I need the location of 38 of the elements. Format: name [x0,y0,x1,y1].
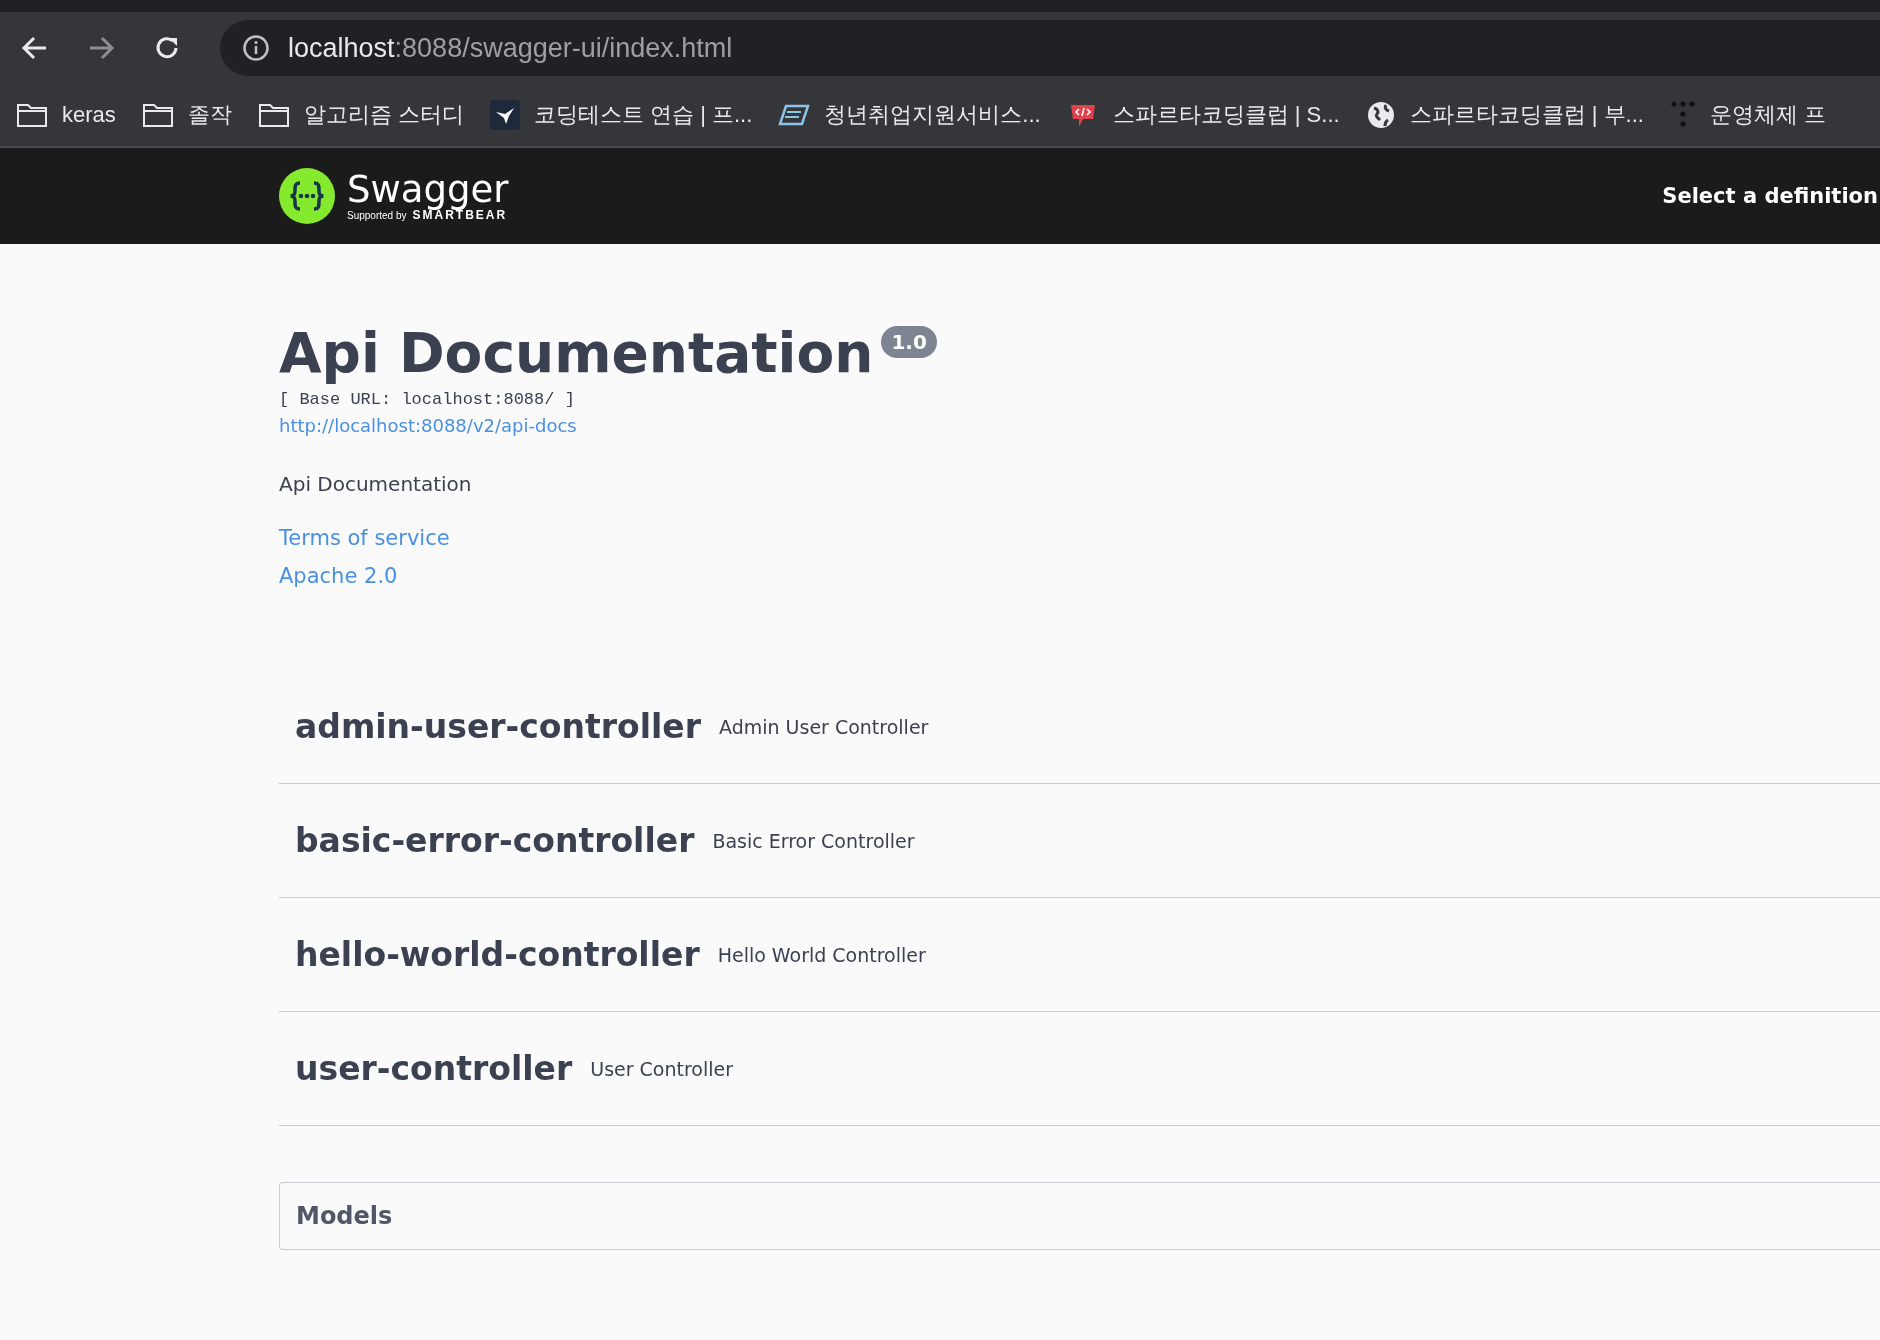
tag-section[interactable]: hello-world-controller Hello World Controller [279,898,1880,1012]
tag-description: Basic Error Controller [712,829,915,852]
tag-name: hello-world-controller [295,935,700,974]
info-icon [242,34,270,62]
tag-description: User Controller [590,1057,734,1080]
dots-icon [1669,100,1696,130]
tag-name: user-controller [295,1049,573,1088]
bookmark[interactable]: 운영체제 프 [1669,100,1826,130]
tag-name: admin-user-controller [295,707,701,746]
base-url: [ Base URL: localhost:8088/ ] [279,390,576,409]
tag-section[interactable]: admin-user-controller Admin User Controller [279,670,1880,784]
folder-icon [16,102,48,128]
logo-subtitle: Supported by [347,209,407,221]
api-title: Api Documentation [279,320,874,386]
bookmark[interactable]: 코딩테스트 연습 | 프... [489,100,753,130]
tag-name: basic-error-controller [295,821,695,860]
tag-description: Hello World Controller [717,943,926,966]
folder-icon [141,102,174,128]
bookmark[interactable]: keras [16,102,116,128]
tag-section[interactable]: basic-error-controller Basic Error Controller [279,784,1880,898]
tag-description: Admin User Controller [719,715,929,738]
bookmark[interactable]: 청년취업지원서비스... [778,100,1041,130]
globe-icon [1365,100,1396,130]
bookmark[interactable]: 알고리즘 스터디 [257,100,464,130]
version-badge: 1.0 [881,326,937,358]
api-description: Api Documentation [279,472,473,496]
models-section[interactable]: Models [279,1182,1880,1250]
swagger-logo-icon [279,168,335,224]
folder-icon [257,102,290,128]
bird-icon [489,100,520,130]
tag-section[interactable]: user-controller User Controller [279,1012,1880,1126]
book-icon [778,103,811,127]
bookmark[interactable]: 졸작 [141,100,232,130]
bookmark[interactable]: 스파르타코딩클럽 | S... [1066,99,1340,131]
definition-label: Select a definition [1662,184,1878,208]
bookmark[interactable]: 스파르타코딩클럽 | 부... [1365,100,1644,130]
address-text: localhost:8088/swagger-ui/index.html [288,32,733,64]
address-bar[interactable]: localhost:8088/swagger-ui/index.html [220,20,1880,76]
